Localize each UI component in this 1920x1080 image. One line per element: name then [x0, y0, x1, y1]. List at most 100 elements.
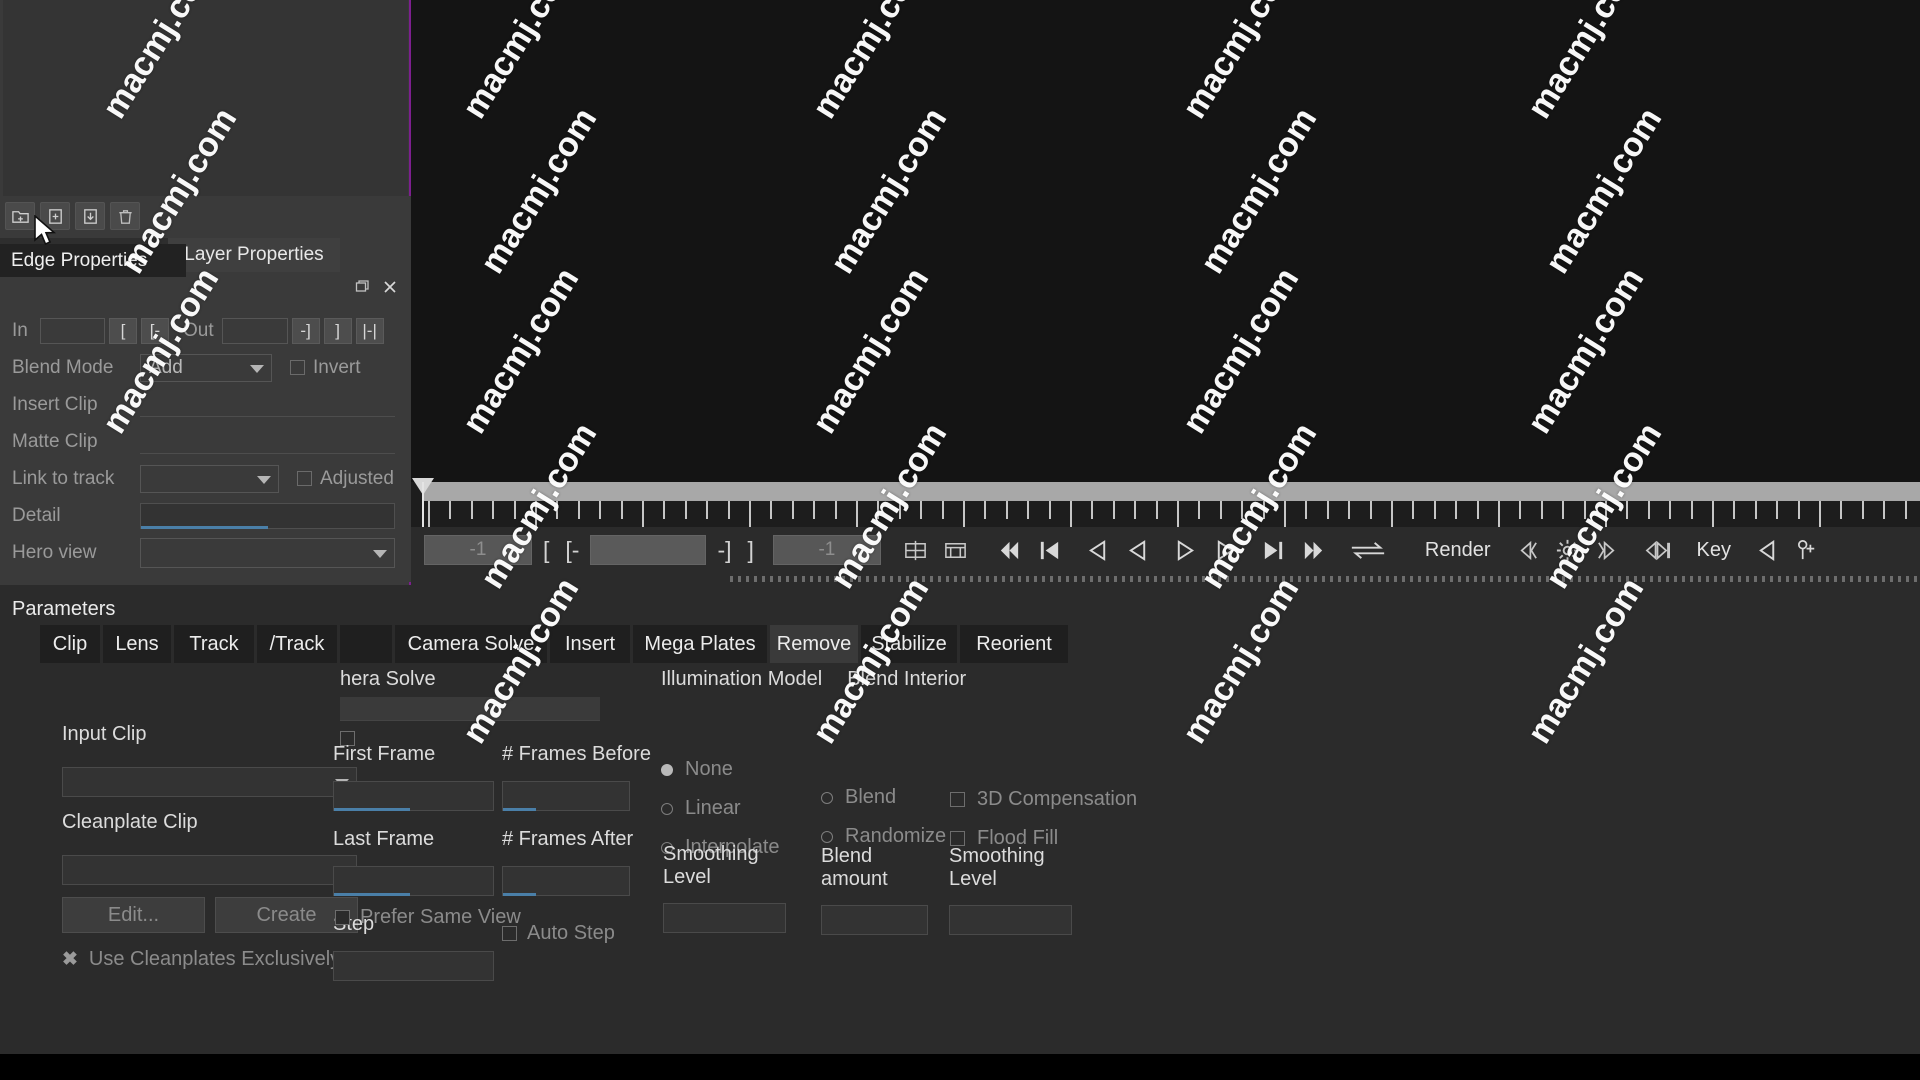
bracket-in-minus-button[interactable]: [-	[560, 537, 584, 564]
3d-compensation-row[interactable]: 3D Compensation	[950, 788, 1170, 811]
radio-blend-icon[interactable]	[821, 791, 833, 804]
smoothing-level2-input[interactable]	[949, 905, 1072, 935]
resize-dash	[1082, 576, 1085, 582]
edit-button[interactable]: Edit...	[62, 897, 205, 933]
link-to-track-select[interactable]	[140, 464, 279, 493]
play-forward-icon[interactable]	[1169, 533, 1203, 567]
skip-end-icon[interactable]	[1297, 533, 1331, 567]
step-back-key-icon[interactable]	[1033, 533, 1067, 567]
delete-layer-icon[interactable]	[110, 202, 140, 230]
play-icon[interactable]	[1209, 533, 1243, 567]
bracket-out-minus-button[interactable]: -]	[712, 537, 736, 564]
input-clip-select[interactable]	[62, 767, 357, 797]
out-bracket-button[interactable]: ]	[323, 317, 352, 344]
key-back-icon[interactable]	[1751, 533, 1785, 567]
camera-solve-field[interactable]	[340, 697, 600, 721]
tab-unnamed[interactable]	[340, 625, 392, 663]
cleanplate-clip-select[interactable]	[62, 855, 357, 885]
illum-option-none[interactable]: None	[661, 758, 841, 781]
import-layer-icon[interactable]	[75, 202, 105, 230]
in-input[interactable]	[40, 317, 105, 344]
prefer-same-view-row[interactable]: Prefer Same View	[335, 906, 521, 929]
blend-amount-input[interactable]	[821, 905, 928, 935]
tab-remove[interactable]: Remove	[770, 625, 858, 663]
key-add-icon[interactable]	[1791, 533, 1825, 567]
step-forward-key-icon[interactable]	[1257, 533, 1291, 567]
resize-dash	[1418, 576, 1421, 582]
radio-linear-icon[interactable]	[661, 802, 673, 815]
skip-start-icon[interactable]	[993, 533, 1027, 567]
tab-track[interactable]: Track	[174, 625, 254, 663]
tab-lens[interactable]: Lens	[103, 625, 171, 663]
play-reverse-icon[interactable]	[1081, 533, 1115, 567]
3d-compensation-checkbox[interactable]	[950, 792, 965, 807]
frames-after-input[interactable]	[502, 866, 630, 896]
range-field[interactable]	[590, 535, 707, 565]
frame-in-field[interactable]: -1	[424, 535, 532, 565]
smoothing-level-input[interactable]	[663, 903, 786, 933]
insert-clip-select[interactable]	[140, 392, 395, 417]
use-cleanplates-row[interactable]: ✖ Use Cleanplates Exclusively	[62, 948, 340, 971]
resize-dash	[1298, 576, 1301, 582]
out-input[interactable]	[221, 317, 288, 344]
resize-dash	[922, 576, 925, 582]
detail-slider[interactable]	[140, 502, 395, 529]
tab-track[interactable]: /Track	[257, 625, 337, 663]
resize-dash	[1538, 576, 1541, 582]
float-panel-icon[interactable]	[355, 280, 369, 294]
close-panel-icon[interactable]	[383, 280, 397, 294]
tab-stabilize[interactable]: Stabilize	[861, 625, 957, 663]
timeline-tick	[963, 501, 965, 527]
loop-icon[interactable]	[1345, 533, 1391, 567]
render-settings-icon[interactable]	[1551, 533, 1585, 567]
auto-step-row[interactable]: Auto Step	[502, 922, 662, 945]
tab-mega-plates[interactable]: Mega Plates	[633, 625, 767, 663]
step-input[interactable]	[333, 951, 494, 981]
timeline-ruler[interactable]	[424, 482, 1920, 527]
resize-dash	[1882, 576, 1885, 582]
panel-resize-handle[interactable]	[730, 573, 1920, 585]
first-frame-input[interactable]	[333, 781, 494, 811]
timeline-tick	[1219, 501, 1222, 519]
key-prev-icon[interactable]	[1641, 533, 1675, 567]
radio-none-icon[interactable]	[661, 763, 673, 776]
bracket-in-button[interactable]: [	[538, 537, 554, 564]
out-span-button[interactable]: |-|	[355, 317, 384, 344]
frame-out-field[interactable]: -1	[772, 535, 881, 565]
tab-clip[interactable]: Clip	[40, 625, 100, 663]
bracket-out-button[interactable]: ]	[743, 537, 759, 564]
blend-mode-select[interactable]: Add	[140, 353, 272, 382]
viewport[interactable]	[411, 0, 1920, 482]
radio-randomize-icon[interactable]	[821, 830, 833, 843]
key-range-icon[interactable]	[899, 533, 933, 567]
resize-dash	[914, 576, 917, 582]
tab-reorient[interactable]: Reorient	[960, 625, 1068, 663]
parameters-panel: Parameters Clip Lens Track/Track Camera Sol…	[0, 585, 1920, 1080]
matte-clip-select[interactable]	[140, 429, 395, 454]
render-next-icon[interactable]	[1591, 533, 1625, 567]
timeline-tick	[1562, 501, 1565, 519]
blend-option-blend[interactable]: Blend	[821, 786, 971, 809]
prefer-same-view-checkbox[interactable]	[335, 910, 350, 925]
last-frame-input[interactable]	[333, 866, 494, 896]
adjusted-checkbox[interactable]	[297, 471, 312, 486]
in-bracket-minus-button[interactable]: [-	[141, 317, 169, 344]
timeline-tick	[749, 501, 751, 527]
invert-checkbox[interactable]	[290, 360, 305, 375]
hero-view-select[interactable]	[140, 537, 395, 568]
resize-dash	[1466, 576, 1469, 582]
illum-option-linear[interactable]: Linear	[661, 797, 841, 820]
tab-camera-solve[interactable]: Camera Solve	[395, 625, 547, 663]
render-prev-icon[interactable]	[1511, 533, 1545, 567]
tab-insert[interactable]: Insert	[550, 625, 630, 663]
step-back-icon[interactable]	[1121, 533, 1155, 567]
layer-list-view[interactable]	[3, 0, 408, 196]
key-all-icon[interactable]	[939, 533, 973, 567]
frames-before-input[interactable]	[502, 781, 630, 811]
tab-layer-properties[interactable]: Layer Properties	[168, 238, 340, 272]
in-bracket-button[interactable]: [	[109, 317, 137, 344]
resize-dash	[1906, 576, 1909, 582]
flood-fill-checkbox[interactable]	[950, 831, 965, 846]
out-minus-bracket-button[interactable]: -]	[291, 317, 320, 344]
new-folder-icon[interactable]	[5, 202, 35, 230]
